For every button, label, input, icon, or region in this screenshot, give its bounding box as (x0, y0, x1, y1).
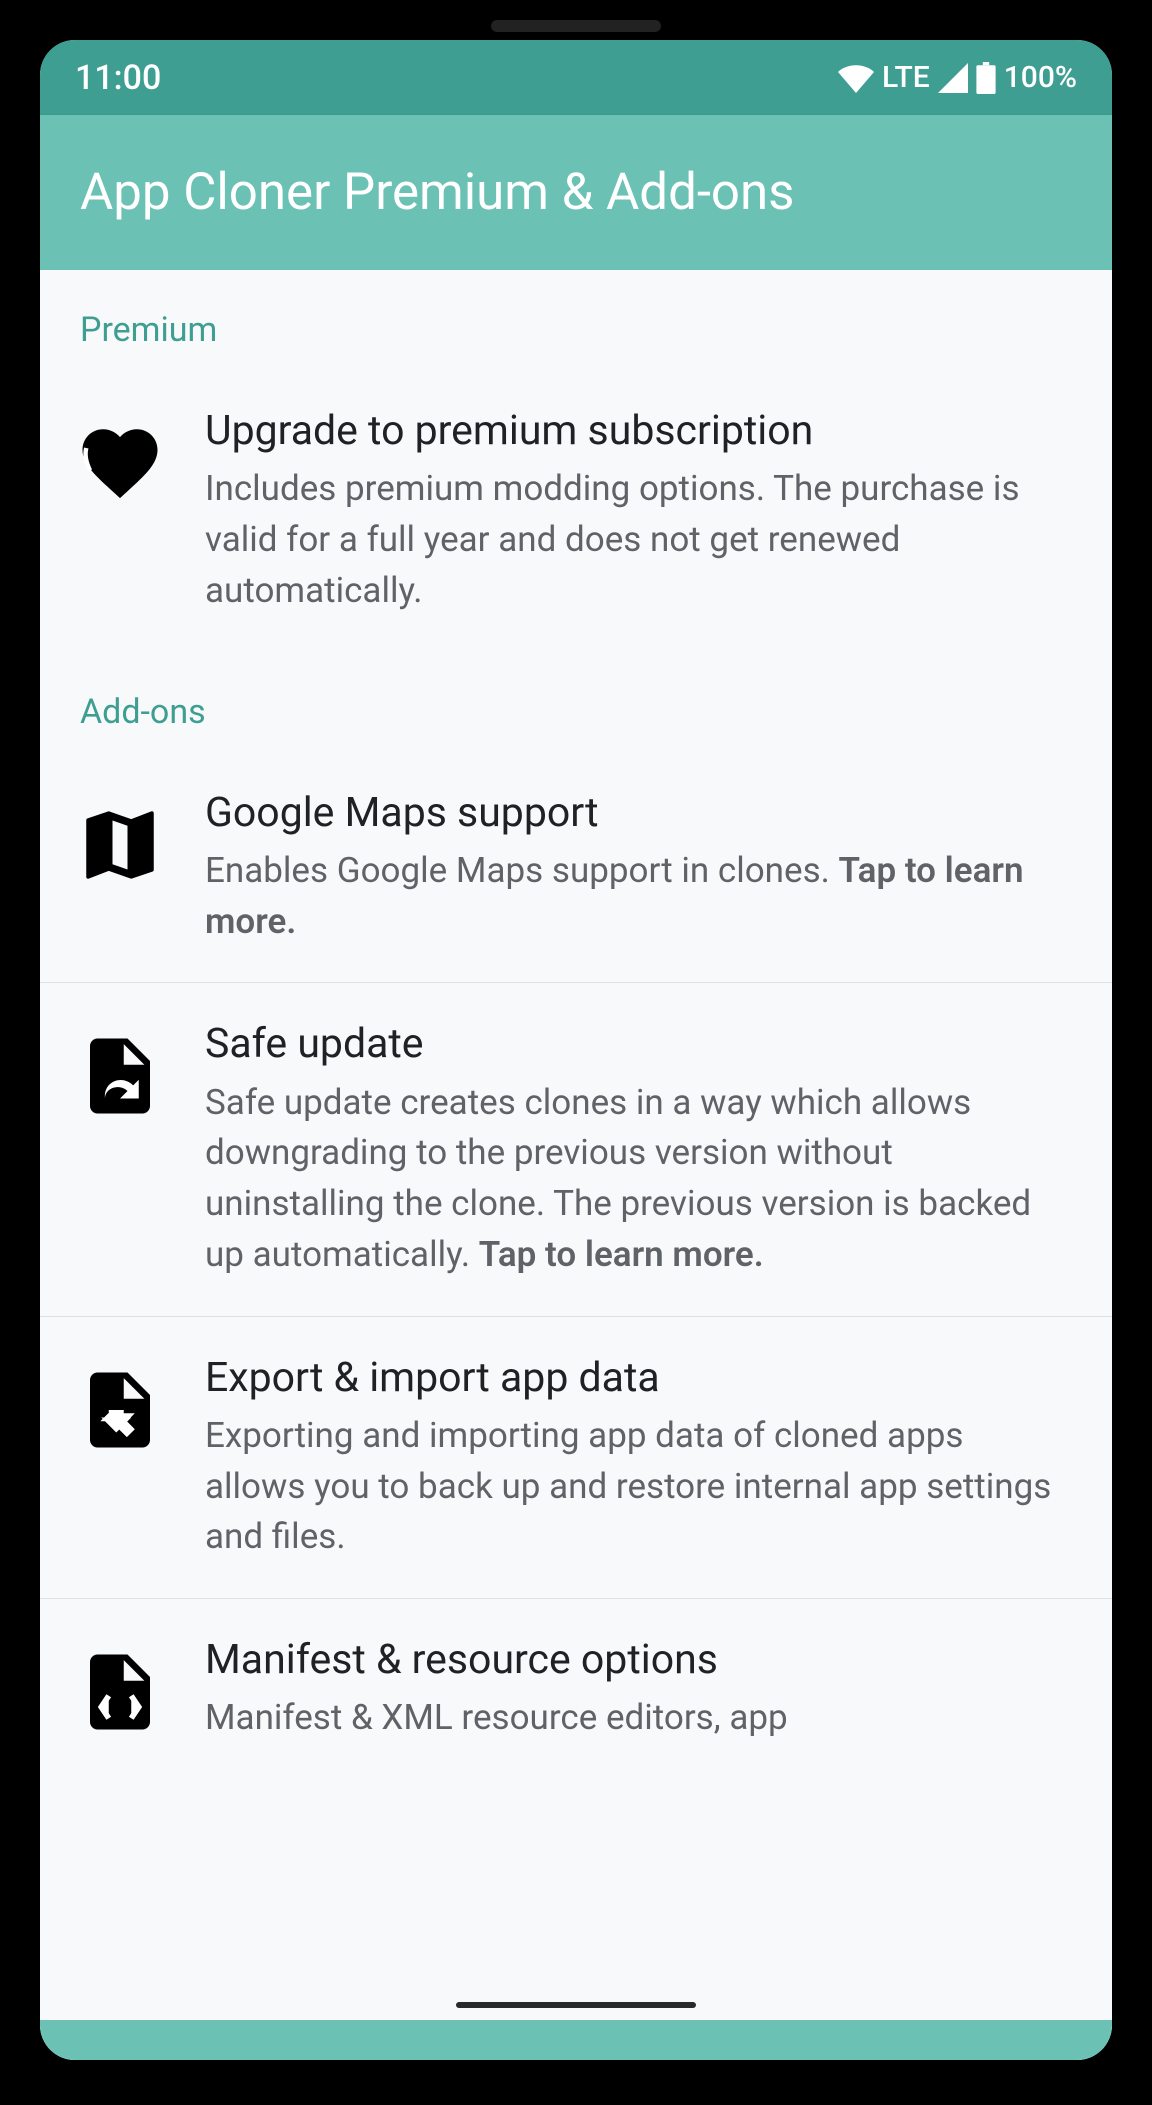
item-desc: Manifest & XML resource editors, app (205, 1693, 1072, 1744)
item-title: Google Maps support (205, 787, 1072, 840)
item-text: Manifest & resource options Manifest & X… (205, 1634, 1072, 1744)
battery-label: 100% (1004, 60, 1077, 95)
item-upgrade-premium[interactable]: Upgrade to premium subscription Includes… (40, 370, 1112, 652)
signal-icon (938, 63, 968, 93)
item-text: Google Maps support Enables Google Maps … (205, 787, 1072, 948)
item-desc: Enables Google Maps support in clones. T… (205, 846, 1072, 948)
item-title: Export & import app data (205, 1352, 1072, 1405)
item-title: Manifest & resource options (205, 1634, 1072, 1687)
device-frame: 11:00 LTE 100% App Cloner Premium & Add-… (0, 0, 1152, 2105)
nav-handle[interactable] (456, 2002, 696, 2008)
section-header-premium: Premium (40, 270, 1112, 370)
heart-icon (70, 413, 170, 513)
file-arrow-icon (70, 1360, 170, 1460)
item-text: Export & import app data Exporting and i… (205, 1352, 1072, 1564)
item-manifest-resource[interactable]: Manifest & resource options Manifest & X… (40, 1599, 1112, 1779)
battery-icon (976, 62, 996, 94)
item-desc: Safe update creates clones in a way whic… (205, 1078, 1072, 1281)
section-header-addons: Add-ons (40, 652, 1112, 752)
status-indicators: LTE 100% (838, 60, 1077, 95)
network-label: LTE (882, 60, 930, 95)
item-desc: Exporting and importing app data of clon… (205, 1411, 1072, 1563)
status-bar: 11:00 LTE 100% (40, 40, 1112, 115)
item-google-maps[interactable]: Google Maps support Enables Google Maps … (40, 752, 1112, 984)
app-title: App Cloner Premium & Add-ons (80, 163, 795, 222)
status-time: 11:00 (75, 58, 161, 98)
file-undo-icon (70, 1026, 170, 1126)
item-desc: Includes premium modding options. The pu… (205, 464, 1072, 616)
item-safe-update[interactable]: Safe update Safe update creates clones i… (40, 983, 1112, 1316)
nav-bar (40, 2020, 1112, 2060)
screen: 11:00 LTE 100% App Cloner Premium & Add-… (40, 40, 1112, 2060)
device-speaker (491, 20, 661, 32)
item-title: Safe update (205, 1018, 1072, 1071)
app-bar: App Cloner Premium & Add-ons (40, 115, 1112, 270)
item-title: Upgrade to premium subscription (205, 405, 1072, 458)
item-export-import[interactable]: Export & import app data Exporting and i… (40, 1317, 1112, 1600)
wifi-icon (838, 63, 874, 93)
map-icon (70, 795, 170, 895)
content-area[interactable]: Premium Upgrade to premium subscription … (40, 270, 1112, 2060)
file-code-icon (70, 1642, 170, 1742)
item-text: Upgrade to premium subscription Includes… (205, 405, 1072, 617)
item-text: Safe update Safe update creates clones i… (205, 1018, 1072, 1280)
